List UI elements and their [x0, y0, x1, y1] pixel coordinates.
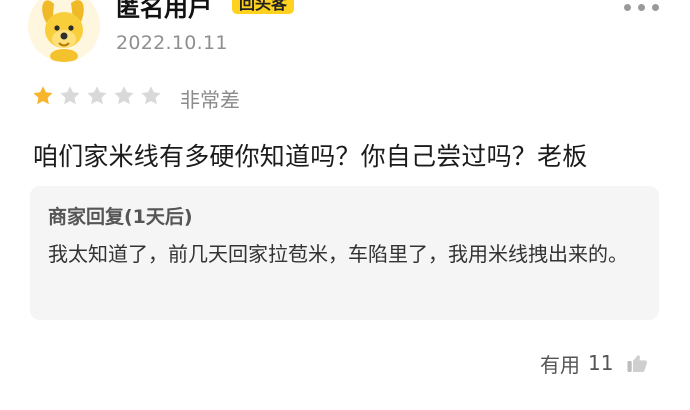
- review-card: 匿名用户 回头客 2022.10.11 非常差 咱们家米线有多硬你知道吗？你自己…: [0, 0, 690, 410]
- more-dot: [638, 4, 645, 11]
- review-text: 咱们家米线有多硬你知道吗？你自己尝过吗？老板: [33, 142, 588, 171]
- merchant-reply: 商家回复(1天后) 我太知道了，前几天回家拉苞米，车陷里了，我用米线拽出来的。: [30, 186, 659, 320]
- more-dot: [652, 4, 659, 11]
- username[interactable]: 匿名用户: [116, 0, 212, 23]
- status-badge: 回头客: [232, 0, 295, 14]
- star-icon: [87, 86, 107, 105]
- rating-label: 非常差: [180, 88, 240, 112]
- merchant-reply-title: 商家回复(1天后): [48, 206, 193, 228]
- star-rating: [31, 84, 163, 108]
- merchant-reply-text: 我太知道了，前几天回家拉苞米，车陷里了，我用米线拽出来的。: [48, 242, 628, 266]
- more-dots-icon[interactable]: [622, 2, 662, 14]
- user-avatar[interactable]: [28, 0, 100, 62]
- more-dot: [624, 4, 631, 11]
- star-icon: [33, 86, 53, 105]
- useful-button[interactable]: 有用 11: [540, 348, 649, 378]
- star-icon: [60, 86, 80, 105]
- star-icon: [114, 86, 134, 105]
- useful-count: 11: [588, 351, 614, 375]
- star-icon: [141, 86, 161, 105]
- review-date: 2022.10.11: [116, 32, 228, 54]
- thumbs-up-icon: [627, 355, 648, 372]
- useful-label: 有用: [540, 352, 580, 377]
- yellow-dog-avatar-icon: [28, 0, 100, 62]
